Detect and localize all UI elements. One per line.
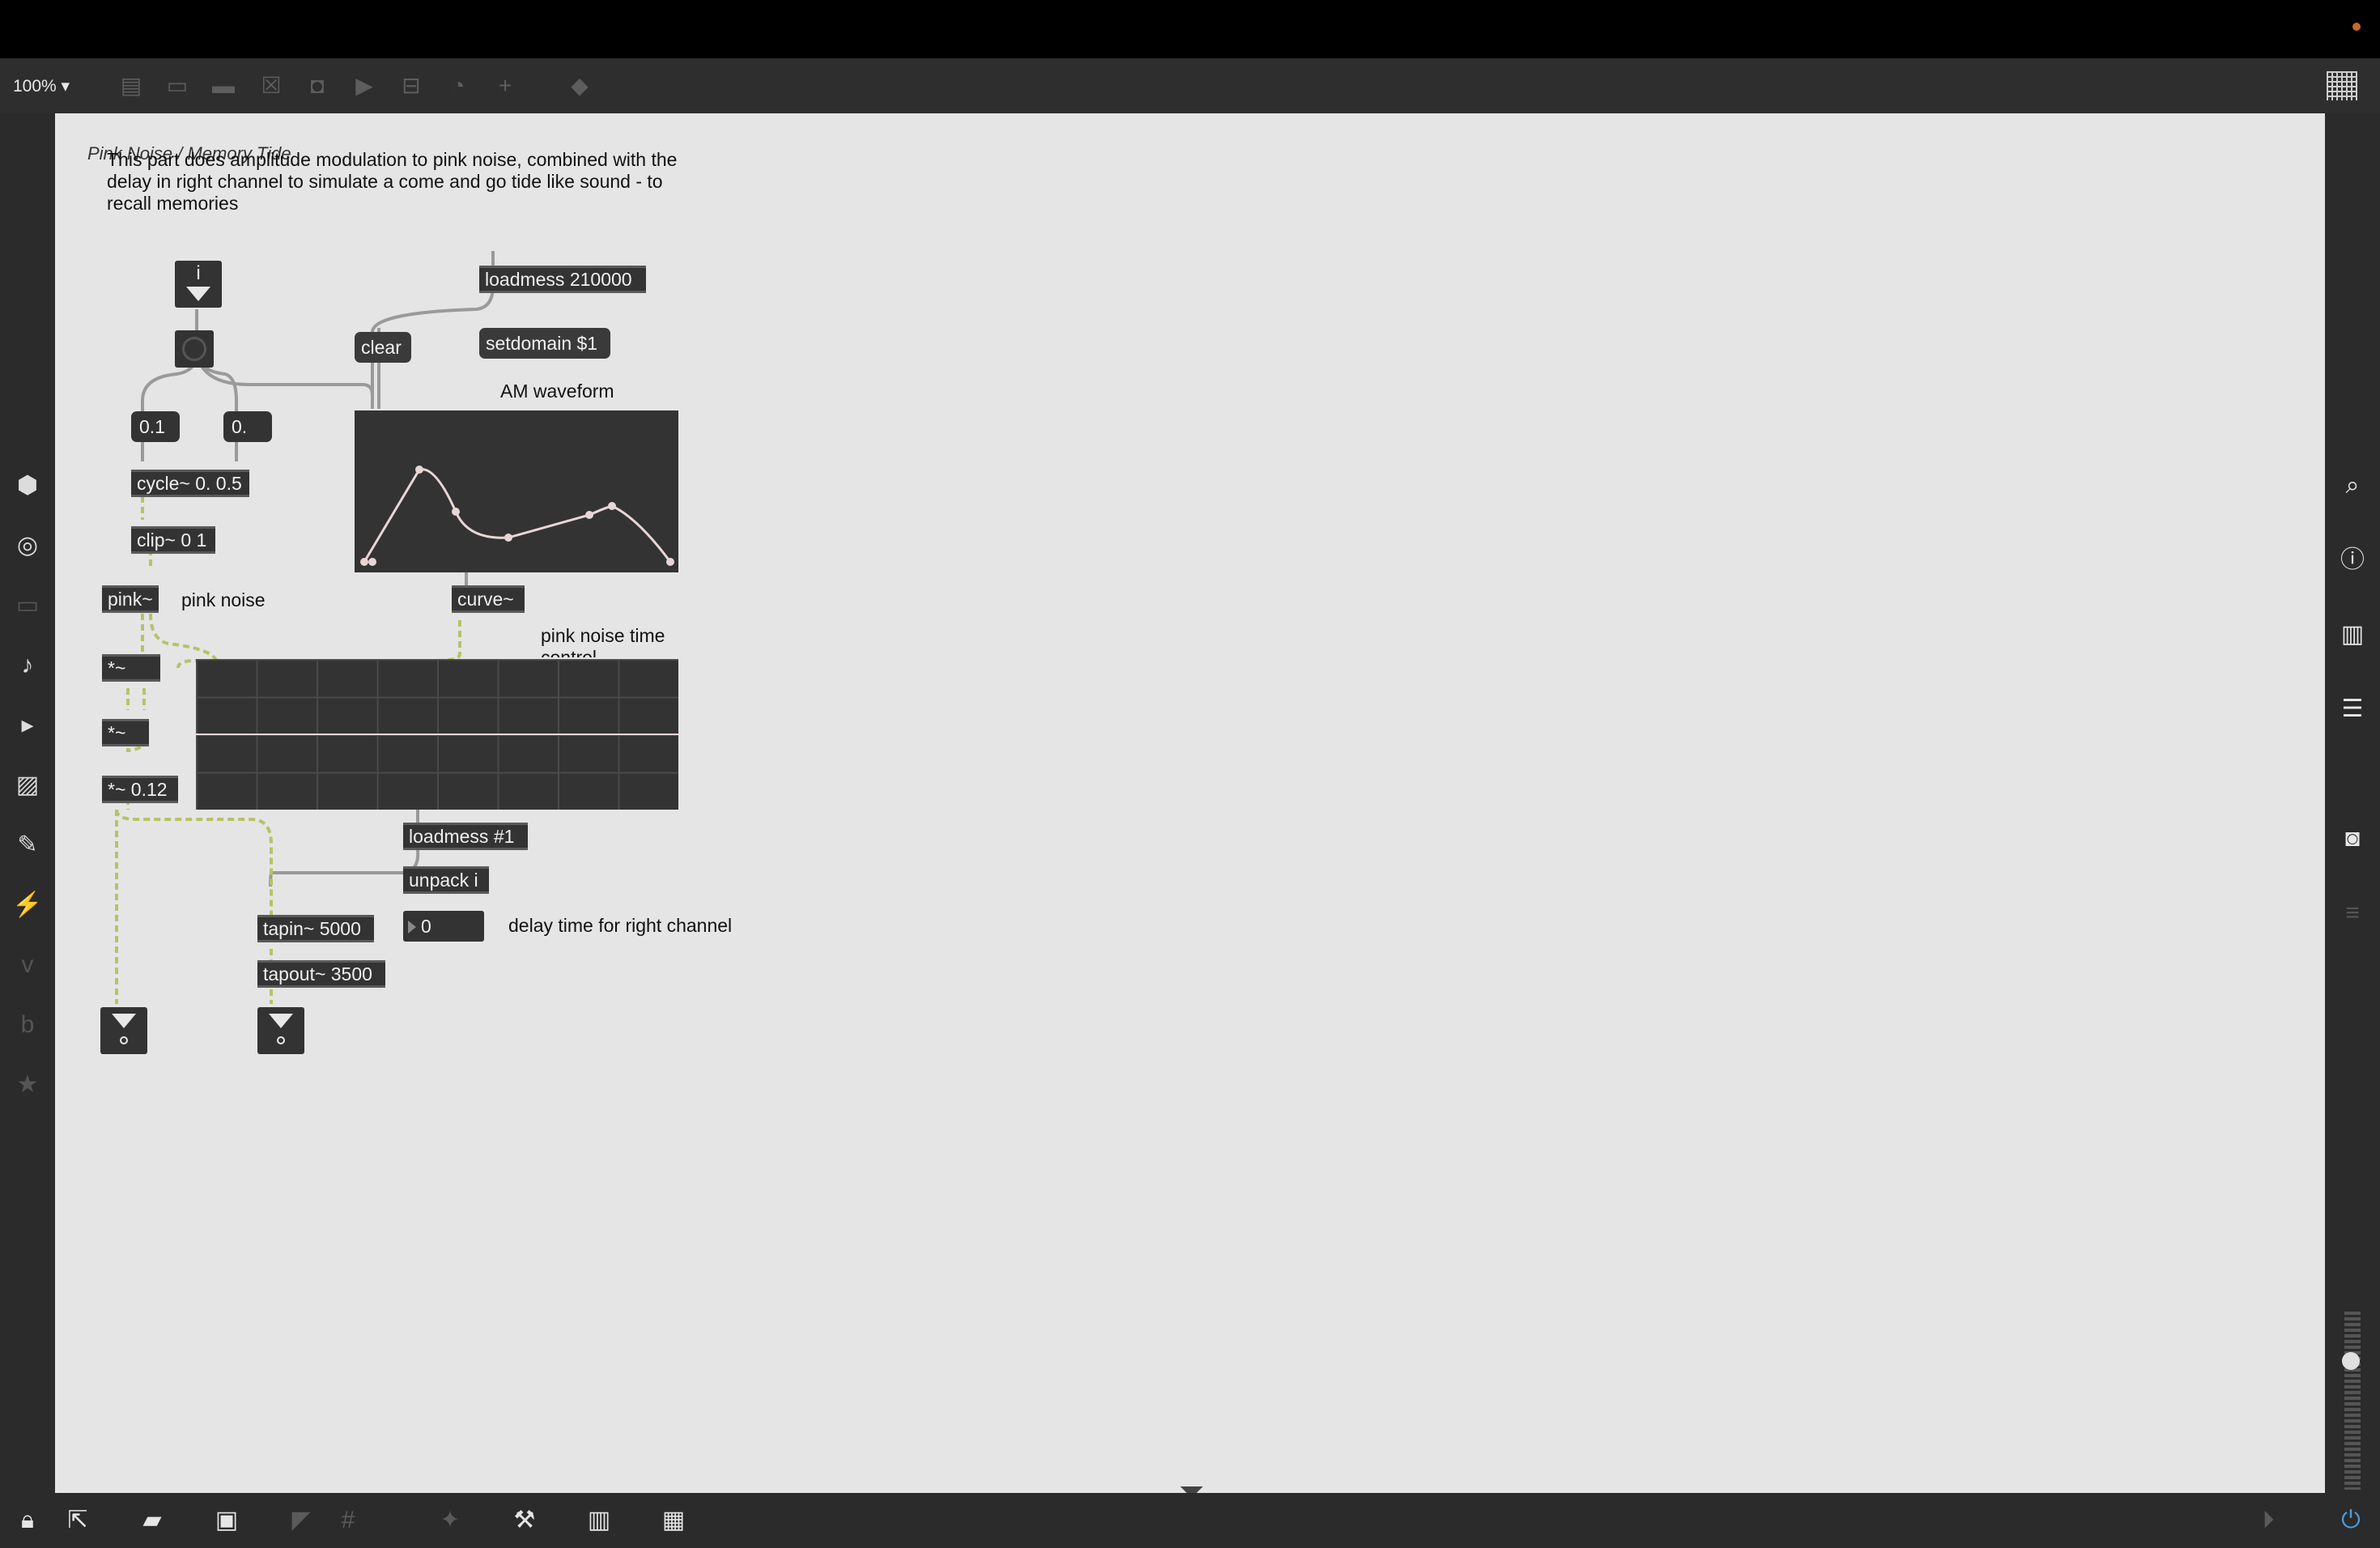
bang-button[interactable] [175,330,214,368]
piano-keys-icon[interactable]: ▥ [583,1506,615,1535]
window-titlebar [0,0,2380,58]
breakpoint[interactable] [368,558,376,566]
bang-circle-icon [182,337,206,361]
device-icon[interactable]: ▭ [11,589,44,622]
outlet-dot-icon [120,1036,128,1044]
button-object-icon[interactable]: ◘ [304,73,330,99]
breakpoint[interactable] [504,534,512,542]
wrench-icon[interactable]: ⚒ [508,1506,541,1535]
dial-object-icon[interactable]: ◔ [445,73,471,99]
clear-message[interactable]: clear [355,332,411,363]
snapshot-camera-icon[interactable]: ◙ [2336,823,2369,855]
unpack-object[interactable]: unpack i [403,866,489,894]
target-icon[interactable]: ◎ [11,529,44,562]
breakpoint[interactable] [452,508,460,516]
object-box-icon[interactable]: ▤ [118,73,144,99]
slider-object-icon[interactable]: ⊟ [398,73,424,99]
windows-icon[interactable]: ▣ [210,1506,243,1535]
breakpoint[interactable] [666,558,674,566]
message-box-icon[interactable]: ▭ [164,73,190,99]
play-transport-icon[interactable]: ⏵ [2252,1506,2284,1535]
number-arrow-icon [408,921,416,933]
reference-icon[interactable]: ▥ [2336,619,2369,651]
presentation-mode-icon[interactable]: ⇱ [62,1506,94,1535]
paperclip-icon[interactable]: ✎ [11,829,44,861]
level-meter-knob[interactable] [2342,1352,2360,1370]
comment-bubble-icon[interactable]: ▰ [136,1506,168,1535]
loadmess-210000-object[interactable]: loadmess 210000 [479,266,646,293]
vimeo-icon[interactable]: v [11,949,44,981]
am-waveform-function[interactable] [355,410,678,572]
breakpoint[interactable] [360,558,368,566]
mixer-icon[interactable]: ≡ [2336,897,2369,929]
patcher-toolbar: 100% ▾ ▤ ▭ ▬ ☒ ◘ ▶ ⊟ ◔ + ◆ [0,58,2380,113]
grid-icon[interactable]: # [332,1506,364,1535]
left-sidebar: ⬢ ◎ ▭ ♪ ▸ ▨ ✎ ⚡ v b ★ [0,113,55,1493]
am-waveform-comment: AM waveform [500,381,614,402]
search-icon[interactable]: ⌕ [2336,470,2369,502]
level-meter[interactable] [2344,1312,2361,1490]
clip-object[interactable]: clip~ 0 1 [131,526,215,554]
audio-power-icon[interactable]: ⏻ [2335,1506,2367,1535]
breakpoint[interactable] [608,502,616,510]
outlet-dot-icon [277,1036,285,1044]
presentation-grid-icon[interactable] [2327,71,2357,100]
keyboard-icon[interactable]: ▦ [657,1506,690,1535]
packages-icon[interactable]: ⬢ [11,470,44,502]
inlet-box[interactable]: i [175,261,222,308]
outlet-left[interactable] [100,1007,147,1054]
multiply-gain-object[interactable]: *~ 0.12 [102,776,178,803]
patcher-canvas[interactable]: Pink Noise / Memory Tide This part does … [55,113,2325,1493]
delay-time-comment: delay time for right channel [508,915,733,936]
list-icon[interactable]: ☰ [2336,693,2369,725]
breakpoint[interactable] [415,466,423,474]
music-note-icon[interactable]: ♪ [11,649,44,682]
right-sidebar: ⌕ ⓘ ▥ ☰ ◙ ≡ [2325,113,2380,1493]
status-dot-icon [2352,23,2361,31]
tapout-object[interactable]: tapout~ 3500 [257,960,385,988]
scope-trace [196,734,678,735]
delay-time-number-box[interactable]: 0 [403,911,484,942]
multiply-object-2[interactable]: *~ [102,719,149,746]
pink-noise-time-comment: pink noise time control [541,625,665,657]
scope-display[interactable] [196,659,678,810]
cycle-object[interactable]: cycle~ 0. 0.5 [131,470,249,497]
setdomain-message[interactable]: setdomain $1 [479,328,610,359]
multiply-object-1[interactable]: *~ [102,654,160,682]
breakpoint[interactable] [585,511,593,519]
intro-comment: This part does amplitude modulation to p… [107,149,678,214]
curve-object[interactable]: curve~ [452,585,525,613]
zoom-select[interactable]: 100% ▾ [13,76,70,96]
inlet-label: i [196,262,201,284]
plugin-icon[interactable]: ⚡ [11,889,44,921]
loadmess-arg-object[interactable]: loadmess #1 [403,823,528,850]
zoom-value: 100% [13,77,57,96]
pink-noise-comment: pink noise [181,589,266,610]
pink-noise-object[interactable]: pink~ [102,585,159,613]
bottom-toolbar: 🔒︎ ⇱ ▰ ▣ ◤ # ✦ ⚒ ▥ ▦ ⏵ ⏻ [0,1493,2380,1548]
comment-icon[interactable]: ▬ [210,73,236,99]
lock-icon[interactable]: 🔒︎ [11,1506,44,1535]
play-object-icon[interactable]: ▶ [351,73,377,99]
debug-icon[interactable]: ✦ [434,1506,466,1535]
media-play-icon[interactable]: ▸ [11,709,44,742]
paint-bucket-icon[interactable]: ◆ [567,73,593,99]
outlet-arrow-icon [112,1014,136,1028]
star-icon[interactable]: ★ [11,1069,44,1101]
outlet-right[interactable] [257,1007,304,1054]
toggle-icon[interactable]: ☒ [258,73,284,99]
outlet-arrow-icon [269,1014,293,1028]
b-icon[interactable]: b [11,1009,44,1041]
image-icon[interactable]: ▨ [11,769,44,802]
phase-number-box[interactable]: 0. [223,411,272,442]
freq-number-box[interactable]: 0.1 [131,411,180,442]
inlet-arrow-icon [186,287,210,301]
delay-time-value: 0 [421,916,431,937]
mute-icon[interactable]: ◤ [285,1506,317,1535]
info-icon[interactable]: ⓘ [2336,544,2369,576]
tapin-object[interactable]: tapin~ 5000 [257,915,374,942]
add-object-icon[interactable]: + [492,73,518,99]
waveform-curve [363,468,672,563]
